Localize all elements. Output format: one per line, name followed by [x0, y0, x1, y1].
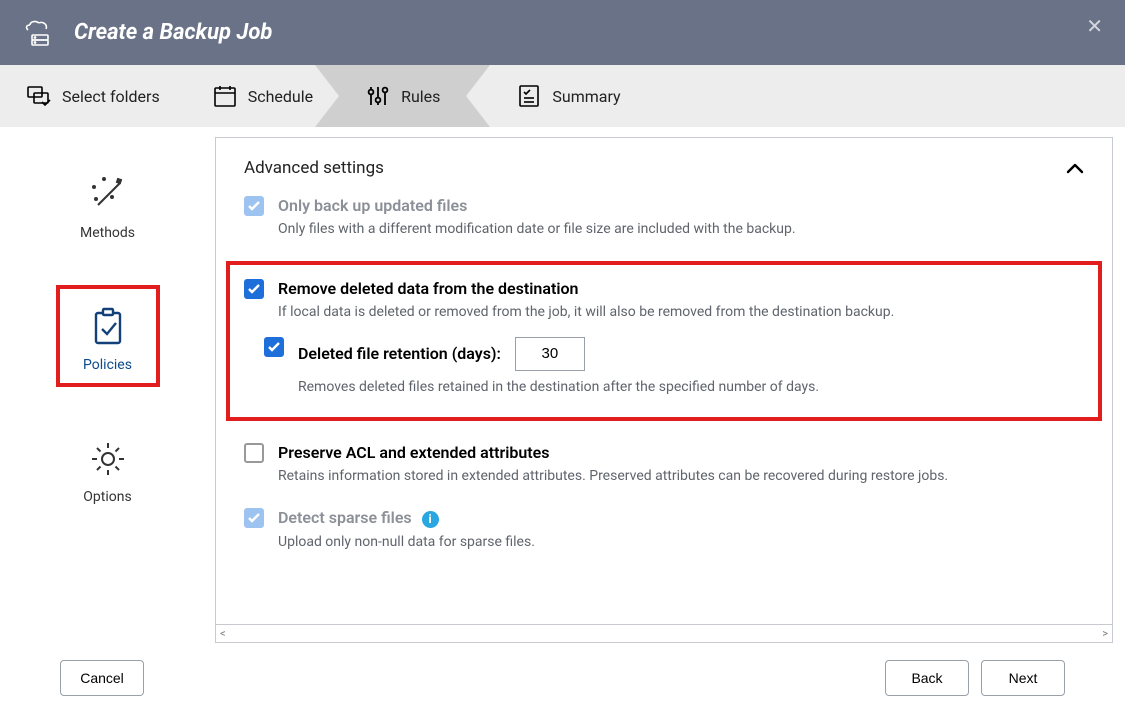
scroll-right-icon[interactable]: > — [1102, 627, 1108, 640]
summary-icon — [516, 83, 542, 109]
highlight-remove-deleted: Remove deleted data from the destination… — [226, 261, 1102, 421]
backup-icon — [24, 17, 56, 49]
setting-desc: If local data is deleted or removed from… — [278, 302, 1084, 322]
checkbox-only-backup-updated — [244, 196, 264, 216]
scroll-left-icon[interactable]: < — [220, 627, 226, 640]
wizard-title: Create a Backup Job — [74, 20, 272, 45]
rules-sidebar: Methods Policies Options — [0, 127, 215, 643]
back-button[interactable]: Back — [885, 660, 969, 696]
setting-preserve-acl: Preserve ACL and extended attributes Ret… — [244, 443, 1084, 486]
step-summary[interactable]: Summary — [490, 65, 646, 127]
retention-input[interactable] — [515, 337, 585, 371]
gear-icon — [86, 437, 130, 481]
horizontal-scrollbar[interactable]: < > — [215, 625, 1113, 643]
setting-detect-sparse: Detect sparse files i Upload only non-nu… — [244, 508, 1084, 552]
wizard-body: Methods Policies Options — [0, 127, 1125, 643]
wand-icon — [86, 173, 130, 217]
detect-sparse-text: Detect sparse files — [278, 508, 412, 527]
setting-desc: Removes deleted files retained in the de… — [298, 377, 1084, 397]
content-wrap: Advanced settings Only back up updated f… — [215, 127, 1125, 643]
info-icon[interactable]: i — [422, 511, 439, 528]
step-label: Select folders — [62, 87, 160, 106]
wizard-header: Create a Backup Job ✕ — [0, 0, 1125, 65]
close-icon[interactable]: ✕ — [1086, 14, 1103, 38]
setting-title: Only back up updated files — [278, 196, 1084, 215]
step-bar: Select folders Schedule Rules — [0, 65, 1125, 127]
setting-desc: Only files with a different modification… — [278, 219, 1084, 239]
checkbox-retention[interactable] — [264, 337, 284, 357]
sidebar-item-methods[interactable]: Methods — [56, 157, 160, 251]
setting-desc: Upload only non-null data for sparse fil… — [278, 532, 1084, 552]
sidebar-label: Methods — [80, 225, 135, 241]
step-label: Schedule — [248, 87, 313, 106]
retention-label: Deleted file retention (days): — [298, 344, 501, 363]
folders-icon — [26, 83, 52, 109]
setting-desc: Retains information stored in extended a… — [278, 466, 1084, 486]
setting-retention: Deleted file retention (days): Removes d… — [264, 337, 1084, 397]
checkbox-detect-sparse — [244, 508, 264, 528]
setting-title: Remove deleted data from the destination — [278, 279, 1084, 298]
setting-title: Detect sparse files i — [278, 508, 1084, 528]
wizard-footer: Cancel Back Next — [0, 643, 1125, 713]
step-rules[interactable]: Rules — [339, 65, 466, 127]
checkbox-remove-deleted[interactable] — [244, 279, 264, 299]
clipboard-check-icon — [86, 305, 130, 349]
sidebar-label: Options — [83, 489, 131, 505]
step-label: Summary — [552, 87, 620, 106]
setting-only-backup-updated: Only back up updated files Only files wi… — [244, 196, 1084, 239]
step-label: Rules — [401, 87, 440, 106]
next-button[interactable]: Next — [981, 660, 1065, 696]
sidebar-label: Policies — [83, 357, 132, 373]
section-header[interactable]: Advanced settings — [244, 158, 1084, 178]
sliders-icon — [365, 83, 391, 109]
section-title-text: Advanced settings — [244, 158, 384, 178]
setting-remove-deleted: Remove deleted data from the destination… — [244, 279, 1084, 322]
sidebar-item-options[interactable]: Options — [56, 421, 160, 515]
step-select-folders[interactable]: Select folders — [0, 65, 186, 127]
chevron-up-icon[interactable] — [1066, 159, 1084, 178]
sidebar-item-policies[interactable]: Policies — [56, 285, 160, 387]
checkbox-preserve-acl[interactable] — [244, 443, 264, 463]
cancel-button[interactable]: Cancel — [60, 660, 144, 696]
setting-title: Preserve ACL and extended attributes — [278, 443, 1084, 462]
calendar-icon — [212, 83, 238, 109]
content-scroll[interactable]: Advanced settings Only back up updated f… — [215, 137, 1113, 625]
